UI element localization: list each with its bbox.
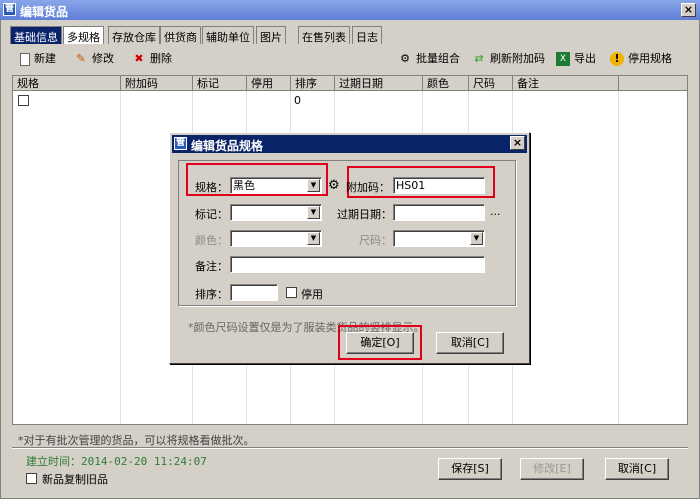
row-sort-value: 0 xyxy=(294,94,301,107)
expire-input[interactable] xyxy=(393,204,485,221)
gear-icon: ⚙ xyxy=(400,52,410,65)
chevron-down-icon[interactable]: ▼ xyxy=(307,232,320,245)
color-select[interactable]: ▼ xyxy=(230,230,322,247)
edit-button[interactable]: ✎ 修改 xyxy=(74,50,114,68)
mark-label: 标记： xyxy=(195,208,228,221)
modify-button[interactable]: 修改[E] xyxy=(520,458,584,480)
tab-supplier[interactable]: 供货商 xyxy=(160,26,201,44)
delete-x-icon: ✖ xyxy=(134,52,144,65)
col-color[interactable]: 颜色 xyxy=(423,76,469,91)
refresh-code-button[interactable]: ⇄ 刷新附加码 xyxy=(472,50,545,68)
tab-warehouse[interactable]: 存放仓库 xyxy=(108,26,160,44)
col-mark[interactable]: 标记 xyxy=(193,76,247,91)
dialog-title: 编辑货品规格 xyxy=(191,139,264,153)
created-time: 建立时间：2014-02-20 11:24:07 xyxy=(26,455,207,468)
sort-input[interactable] xyxy=(230,284,278,301)
grid-header: 规格 附加码 标记 停用 排序 过期日期 颜色 尺码 备注 xyxy=(13,76,687,91)
mark-select[interactable]: ▼ xyxy=(230,204,322,221)
delete-button[interactable]: ✖ 删除 xyxy=(132,50,172,68)
tab-on-sale-list[interactable]: 在售列表 xyxy=(298,26,350,44)
tab-log[interactable]: 日志 xyxy=(352,26,382,44)
spec-select[interactable]: 黑色 ▼ xyxy=(230,177,322,194)
batch-combine-button[interactable]: ⚙ 批量组合 xyxy=(398,50,460,68)
col-spec[interactable]: 规格 xyxy=(13,76,121,91)
col-disabled[interactable]: 停用 xyxy=(247,76,291,91)
color-label: 颜色： xyxy=(195,234,228,247)
col-size[interactable]: 尺码 xyxy=(469,76,513,91)
size-label: 尺码： xyxy=(359,234,392,247)
dialog-title-bar: 管 编辑货品规格 × xyxy=(172,135,527,153)
dialog-close-button[interactable]: × xyxy=(510,136,525,150)
grid-line xyxy=(618,91,619,424)
warning-icon: ! xyxy=(610,52,624,66)
batch-note: *对于有批次管理的货品，可以将规格看做批次。 xyxy=(18,434,255,447)
sort-label: 排序： xyxy=(195,288,228,301)
size-select[interactable]: ▼ xyxy=(393,230,485,247)
tab-aux-unit[interactable]: 辅助单位 xyxy=(202,26,254,44)
col-expire[interactable]: 过期日期 xyxy=(335,76,423,91)
spec-label: 规格： xyxy=(195,181,228,194)
app-icon: 管 xyxy=(3,3,16,16)
close-button[interactable]: × xyxy=(681,3,696,17)
chevron-down-icon[interactable]: ▼ xyxy=(470,232,483,245)
expire-picker-button[interactable]: ... xyxy=(490,205,501,218)
col-sort[interactable]: 排序 xyxy=(291,76,335,91)
edit-spec-dialog: 管 编辑货品规格 × 规格： 黑色 ▼ ⚙ 附加码： HS01 标记： ▼ 过期… xyxy=(169,132,530,364)
toolbar: 新建 ✎ 修改 ✖ 删除 ⚙ 批量组合 ⇄ 刷新附加码 X 导出 ! 停用规格 xyxy=(10,47,690,71)
cancel-button[interactable]: 取消[C] xyxy=(605,458,669,480)
remark-label: 备注： xyxy=(195,260,228,273)
footer-divider xyxy=(12,447,688,449)
tab-multi-spec[interactable]: 多规格 xyxy=(63,26,104,44)
chevron-down-icon[interactable]: ▼ xyxy=(307,179,320,192)
title-bar: 管 编辑货品 × xyxy=(0,0,700,20)
ok-button[interactable]: 确定[O] xyxy=(346,332,414,354)
copy-old-label: 新品复制旧品 xyxy=(42,473,108,486)
pencil-icon: ✎ xyxy=(76,52,86,65)
dialog-app-icon: 管 xyxy=(174,137,187,150)
grid-line xyxy=(120,91,121,424)
row-checkbox[interactable] xyxy=(18,95,29,106)
window-title: 编辑货品 xyxy=(20,5,69,19)
export-button[interactable]: X 导出 xyxy=(556,50,596,68)
spec-select-value: 黑色 xyxy=(233,179,255,192)
remark-input[interactable] xyxy=(230,256,485,273)
code-input[interactable]: HS01 xyxy=(393,177,485,194)
dialog-cancel-button[interactable]: 取消[C] xyxy=(436,332,504,354)
tab-basic-info[interactable]: 基础信息 xyxy=(10,26,62,44)
code-label: 附加码： xyxy=(346,181,390,194)
disabled-label: 停用 xyxy=(301,288,323,301)
refresh-icon: ⇄ xyxy=(474,52,484,65)
chevron-down-icon[interactable]: ▼ xyxy=(307,206,320,219)
save-button[interactable]: 保存[S] xyxy=(438,458,502,480)
disable-spec-button[interactable]: ! 停用规格 xyxy=(610,50,672,68)
disabled-checkbox[interactable] xyxy=(286,287,297,298)
col-remark[interactable]: 备注 xyxy=(513,76,619,91)
gear-icon[interactable]: ⚙ xyxy=(328,178,340,193)
expire-label: 过期日期： xyxy=(337,208,392,221)
new-button[interactable]: 新建 xyxy=(20,50,56,68)
excel-icon: X xyxy=(556,52,570,66)
new-document-icon xyxy=(20,52,30,66)
tab-images[interactable]: 图片 xyxy=(256,26,286,44)
copy-old-checkbox[interactable] xyxy=(26,473,37,484)
col-code[interactable]: 附加码 xyxy=(121,76,193,91)
